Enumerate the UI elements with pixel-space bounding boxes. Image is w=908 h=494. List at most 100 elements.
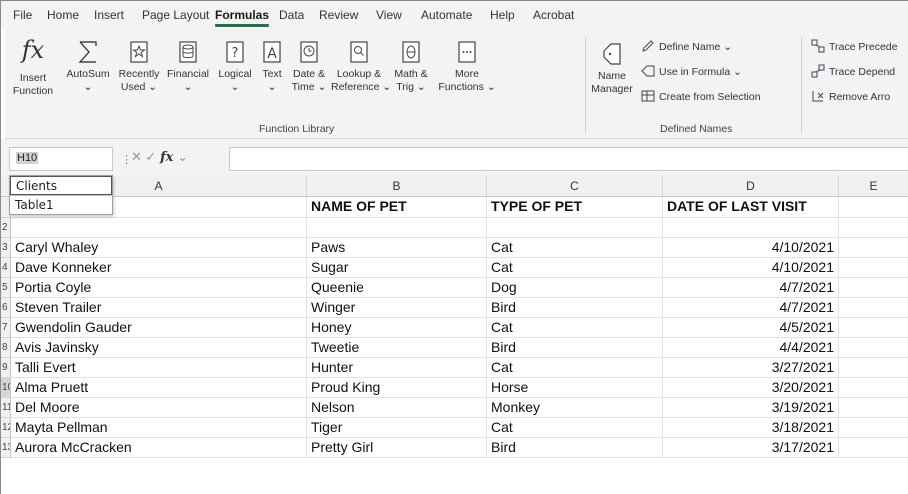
row-header[interactable]: 6 <box>1 298 11 318</box>
table-cell[interactable]: Cat <box>487 258 663 278</box>
table-cell[interactable] <box>11 218 307 238</box>
table-cell[interactable]: Avis Javinsky <box>11 338 307 358</box>
table-cell[interactable]: Cat <box>487 318 663 338</box>
tab-data[interactable]: Data <box>279 8 304 22</box>
header-cell-e[interactable] <box>839 197 908 218</box>
table-cell[interactable]: Honey <box>307 318 487 338</box>
table-cell[interactable]: Cat <box>487 418 663 438</box>
chevron-down-icon[interactable]: ⌄ <box>177 149 188 164</box>
row-header[interactable]: 8 <box>1 338 11 358</box>
table-cell[interactable]: Paws <box>307 238 487 258</box>
text-button[interactable]: A Text ⌄ <box>257 39 287 94</box>
table-cell[interactable]: Alma Pruett <box>11 378 307 398</box>
table-cell[interactable]: Caryl Whaley <box>11 238 307 258</box>
row-header[interactable]: 2 <box>1 218 11 238</box>
row-header[interactable]: 9 <box>1 358 11 378</box>
table-cell[interactable]: 4/5/2021 <box>663 318 839 338</box>
tab-formulas[interactable]: Formulas <box>215 8 270 27</box>
more-functions-button[interactable]: More Functions ⌄ <box>437 39 497 94</box>
table-cell[interactable]: Cat <box>487 238 663 258</box>
logical-button[interactable]: ? Logical ⌄ <box>215 39 255 94</box>
tab-automate[interactable]: Automate <box>421 8 472 22</box>
table-cell[interactable] <box>839 378 908 398</box>
lookup-reference-button[interactable]: Lookup & Reference ⌄ <box>331 39 391 94</box>
formula-input[interactable] <box>229 147 908 171</box>
table-cell[interactable]: Tiger <box>307 418 487 438</box>
table-cell[interactable] <box>839 418 908 438</box>
table-cell[interactable] <box>839 218 908 238</box>
tab-view[interactable]: View <box>376 8 402 22</box>
table-cell[interactable] <box>839 238 908 258</box>
table-cell[interactable]: Tweetie <box>307 338 487 358</box>
table-cell[interactable]: Queenie <box>307 278 487 298</box>
table-cell[interactable] <box>663 218 839 238</box>
tab-help[interactable]: Help <box>490 8 515 22</box>
column-header-b[interactable]: B <box>307 175 487 197</box>
table-cell[interactable]: 3/27/2021 <box>663 358 839 378</box>
table-cell[interactable]: Monkey <box>487 398 663 418</box>
table-cell[interactable] <box>307 218 487 238</box>
table-cell[interactable]: Aurora McCracken <box>11 438 307 458</box>
cancel-icon[interactable]: ✕ <box>131 149 142 164</box>
table-cell[interactable] <box>839 398 908 418</box>
enter-check-icon[interactable]: ✓ <box>146 149 157 164</box>
table-cell[interactable]: Portia Coyle <box>11 278 307 298</box>
header-cell-name-of-pet[interactable]: NAME OF PET <box>307 197 487 218</box>
column-header-e[interactable]: E <box>839 175 908 197</box>
tab-page-layout[interactable]: Page Layout <box>142 8 209 22</box>
math-trig-button[interactable]: Math & Trig ⌄ <box>391 39 431 94</box>
table-cell[interactable] <box>839 278 908 298</box>
table-cell[interactable]: Cat <box>487 358 663 378</box>
table-cell[interactable]: Pretty Girl <box>307 438 487 458</box>
row-header[interactable]: 12 <box>1 418 11 438</box>
row-header[interactable]: 5 <box>1 278 11 298</box>
table-cell[interactable] <box>839 438 908 458</box>
table-cell[interactable]: 3/17/2021 <box>663 438 839 458</box>
tab-insert[interactable]: Insert <box>94 8 124 22</box>
row-header[interactable]: 10 <box>1 378 11 398</box>
table-cell[interactable]: 4/10/2021 <box>663 258 839 278</box>
table-cell[interactable]: Bird <box>487 338 663 358</box>
table-cell[interactable]: Dave Konneker <box>11 258 307 278</box>
row-header[interactable]: 7 <box>1 318 11 338</box>
recently-used-button[interactable]: Recently Used ⌄ <box>117 39 161 94</box>
table-cell[interactable] <box>839 258 908 278</box>
autosum-button[interactable]: AutoSum ⌄ <box>65 39 111 94</box>
insert-function-button[interactable]: fx Insert Function <box>11 35 55 98</box>
row-header[interactable]: 13 <box>1 438 11 458</box>
table-cell[interactable]: 4/7/2021 <box>663 278 839 298</box>
dropdown-item-table1[interactable]: Table1 <box>10 195 112 214</box>
dropdown-item-clients[interactable]: Clients <box>10 176 112 195</box>
financial-button[interactable]: Financial ⌄ <box>165 39 211 94</box>
table-cell[interactable]: Steven Trailer <box>11 298 307 318</box>
create-from-selection-button[interactable]: Create from Selection <box>641 89 761 105</box>
table-cell[interactable] <box>839 338 908 358</box>
table-cell[interactable] <box>839 298 908 318</box>
table-cell[interactable]: Gwendolin Gauder <box>11 318 307 338</box>
header-cell-date-of-last-visit[interactable]: DATE OF LAST VISIT <box>663 197 839 218</box>
table-cell[interactable]: Bird <box>487 298 663 318</box>
trace-dependents-button[interactable]: Trace Depend <box>811 64 895 80</box>
table-cell[interactable]: Del Moore <box>11 398 307 418</box>
row-header[interactable]: 11 <box>1 398 11 418</box>
table-cell[interactable]: Sugar <box>307 258 487 278</box>
table-cell[interactable]: Hunter <box>307 358 487 378</box>
table-cell[interactable]: 3/19/2021 <box>663 398 839 418</box>
table-cell[interactable]: Talli Evert <box>11 358 307 378</box>
remove-arrows-button[interactable]: Remove Arro <box>811 89 890 105</box>
table-cell[interactable] <box>839 318 908 338</box>
row-header[interactable]: 3 <box>1 238 11 258</box>
date-time-button[interactable]: Date & Time ⌄ <box>291 39 327 94</box>
row-header[interactable]: 4 <box>1 258 11 278</box>
table-cell[interactable]: Winger <box>307 298 487 318</box>
table-cell[interactable]: 4/7/2021 <box>663 298 839 318</box>
table-cell[interactable]: 4/4/2021 <box>663 338 839 358</box>
name-manager-button[interactable]: Name Manager <box>591 41 633 96</box>
column-header-d[interactable]: D <box>663 175 839 197</box>
table-cell[interactable]: Dog <box>487 278 663 298</box>
table-cell[interactable]: 3/20/2021 <box>663 378 839 398</box>
table-cell[interactable]: Nelson <box>307 398 487 418</box>
header-cell-type-of-pet[interactable]: TYPE OF PET <box>487 197 663 218</box>
table-cell[interactable] <box>487 218 663 238</box>
name-box[interactable]: H10 <box>9 147 113 171</box>
